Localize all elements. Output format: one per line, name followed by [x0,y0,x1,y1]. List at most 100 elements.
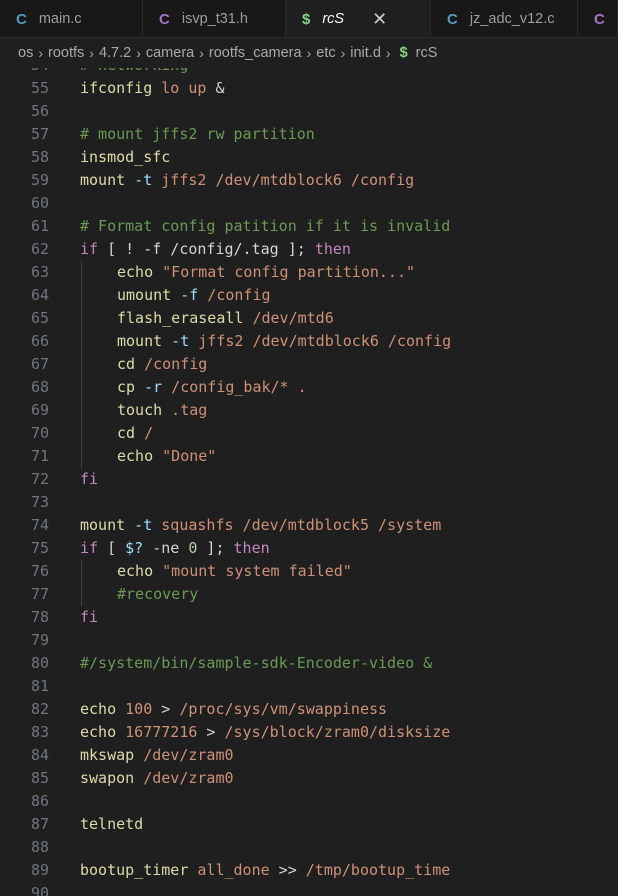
indent-guide [81,330,82,353]
code-token: then [233,539,270,557]
code-token: #recovery [117,585,199,603]
code-token: -f [171,286,199,304]
code-text: telnetd [80,813,143,836]
code-token: # networking [80,68,188,74]
code-token: [ ! -f /config/.tag ]; [98,240,315,258]
code-token: /sys/block/zram0/disksize [224,723,451,741]
indent-guide [81,422,82,445]
breadcrumb-file[interactable]: rcS [416,45,438,61]
code-token: .tag [162,401,208,419]
code-token: "Done" [153,447,217,465]
code-line: 55 ifconfig lo up & [0,77,618,100]
indent-guide [81,560,82,583]
code-text: cd / [117,422,153,445]
line-number: 56 [30,102,49,120]
code-token: fi [80,470,99,488]
line-number: 77 [30,585,49,603]
line-number: 75 [30,539,49,557]
code-editor[interactable]: 54 # networking 55 ifconfig lo up & 56 57 # mo… [0,68,618,896]
code-text: echo "Format config partition..." [117,261,415,284]
line-number: 88 [30,838,49,856]
line-number: 61 [30,217,49,235]
indent-guide [81,261,82,284]
breadcrumb-item[interactable]: rootfs [48,45,84,61]
tab-isvp-t31-h[interactable]: Cisvp_t31.h [143,0,286,37]
code-token: -t [162,332,190,350]
line-number: 62 [30,240,49,258]
code-text: # networking [80,68,188,77]
line-number: 81 [30,677,49,695]
line-number: 84 [30,746,49,764]
indent-guide [81,307,82,330]
tab-rcs[interactable]: $ rcS ✕ [286,0,431,37]
breadcrumb-item[interactable]: etc [316,45,335,61]
code-line: 54 # networking [0,68,618,77]
line-number: 82 [30,700,49,718]
code-token: telnetd [80,815,144,833]
line-number: 66 [30,332,49,350]
line-number: 87 [30,815,49,833]
indent-guide [81,353,82,376]
code-line: 81 [0,675,618,698]
tab-label: isvp_t31.h [181,11,248,27]
code-token: > [197,723,225,741]
code-text: swapon /dev/zram0 [80,767,234,790]
indent-guide [81,445,82,468]
line-number: 70 [30,424,49,442]
code-token: fi [80,608,99,626]
line-number: 57 [30,125,49,143]
code-token: bootup_timer [80,861,189,879]
code-token: flash_eraseall [117,309,244,327]
line-number: 71 [30,447,49,465]
code-line: 82 echo 100 > /proc/sys/vm/swappiness [0,698,618,721]
line-number: 54 [0,68,49,77]
code-text: mkswap /dev/zram0 [80,744,234,767]
code-token: -ne [143,539,189,557]
shell-file-icon: $ [399,45,408,61]
indent-guide [81,284,82,307]
code-token: ]; [197,539,234,557]
code-line: 86 [0,790,618,813]
code-token: 16777216 [116,723,198,741]
code-line: 56 [0,100,618,123]
tab-main-c[interactable]: Cmain.c [0,0,143,37]
chevron-right-icon: › [306,45,312,61]
editor-tab-bar: Cmain.c Cisvp_t31.h $ rcS ✕ Cjz_adc_v12.c C [0,0,618,38]
code-line: 68 cp -r /config_bak/* . [0,376,618,399]
breadcrumb-item[interactable]: os [18,45,33,61]
chevron-right-icon: › [340,45,346,61]
code-text: umount -f /config [117,284,271,307]
code-token: -r [135,378,163,396]
line-number: 80 [30,654,49,672]
code-line: 84 mkswap /dev/zram0 [0,744,618,767]
code-token: touch [117,401,163,419]
breadcrumb-item[interactable]: 4.7.2 [99,45,131,61]
code-text: if [ ! -f /config/.tag ]; then [80,238,351,261]
code-line: 89 bootup_timer all_done >> /tmp/bootup_t… [0,859,618,882]
tab-jz-adc-v12-c[interactable]: Cjz_adc_v12.c [431,0,578,37]
breadcrumb-item[interactable]: rootfs_camera [209,45,302,61]
code-token: /dev/mtd6 [243,309,334,327]
tab-label: jz_adc_v12.c [469,11,555,27]
chevron-right-icon: › [136,45,141,61]
code-token: /config [198,286,271,304]
code-text: # mount jffs2 rw partition [80,123,315,146]
code-token: >> [269,861,306,879]
code-token: -t [125,171,153,189]
line-number: 63 [30,263,49,281]
tab-overflow[interactable]: C [578,0,618,37]
code-line: 58 insmod_sfc [0,146,618,169]
code-line: 67 cd /config [0,353,618,376]
chevron-right-icon: › [89,45,94,61]
code-line: 59 mount -t jffs2 /dev/mtdblock6 /config [0,169,618,192]
breadcrumb-item[interactable]: init.d [350,45,381,61]
code-token: mount [80,171,126,189]
code-token: #/system/bin/sample-sdk-Encoder-video & [80,654,433,672]
code-line: 63 echo "Format config partition..." [0,261,618,284]
code-text: echo 16777216 > /sys/block/zram0/disksiz… [80,721,450,744]
line-number: 64 [30,286,49,304]
close-icon[interactable]: ✕ [372,10,387,28]
line-number: 58 [30,148,49,166]
breadcrumb-item[interactable]: camera [146,45,194,61]
code-text: flash_eraseall /dev/mtd6 [117,307,334,330]
